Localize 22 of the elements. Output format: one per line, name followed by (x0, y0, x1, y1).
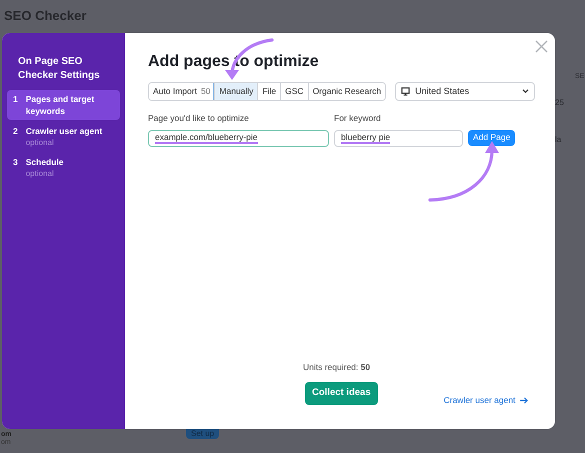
close-button[interactable] (535, 40, 548, 53)
sidebar-step[interactable]: 1 Pages and target keywords (7, 90, 120, 120)
input-field[interactable]: blueberry pie (334, 130, 463, 147)
tab[interactable]: Organic Research (308, 83, 386, 100)
collect-ideas-button[interactable]: Collect ideas (305, 382, 378, 405)
page-title: SEO Checker (4, 7, 86, 25)
chevron-icon (522, 89, 530, 94)
sidebar-title: On Page SEO Checker Settings (17, 55, 101, 83)
monitor-icon (401, 87, 410, 96)
arrow-right-icon (520, 397, 530, 404)
next-step-link[interactable]: Crawler user agent (444, 394, 530, 407)
country-select[interactable]: United States (395, 82, 536, 101)
tab[interactable]: Manually (214, 83, 258, 100)
field-label: Page you'd like to optimize (148, 112, 250, 125)
field-label: For keyword (334, 112, 382, 125)
input-field[interactable]: example.com/blueberry-pie (148, 130, 329, 147)
units-required: Units required: 50 (303, 360, 370, 374)
country-value: United States (415, 84, 470, 98)
close-icon (535, 40, 548, 53)
sidebar-step[interactable]: 2 Crawler user agent optional (7, 122, 120, 151)
sidebar-step[interactable]: 3 Schedule optional (7, 153, 120, 182)
annotation-arrow (428, 141, 499, 202)
